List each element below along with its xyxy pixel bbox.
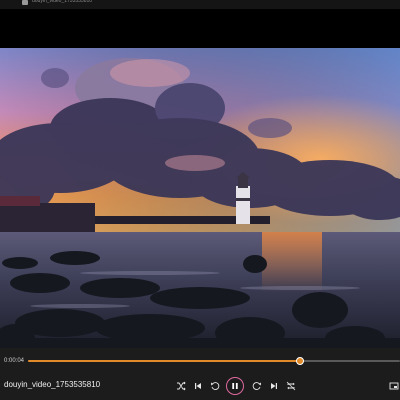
- window-title: douyin_video_1753535810: [32, 0, 93, 4]
- previous-button[interactable]: [191, 379, 205, 393]
- pause-button[interactable]: [226, 377, 244, 395]
- seek-progress: [28, 360, 300, 362]
- previous-track-icon: [195, 383, 201, 389]
- letterbox-top: [0, 9, 400, 48]
- shuffle-icon: [177, 381, 186, 391]
- repeat-button[interactable]: [284, 379, 298, 393]
- seek-bar[interactable]: [28, 357, 400, 365]
- repeat-icon: [286, 381, 296, 391]
- next-button[interactable]: [267, 379, 281, 393]
- rewind-button[interactable]: [208, 379, 222, 393]
- elapsed-time: 0:00:04: [4, 358, 25, 364]
- forward-30-icon: [252, 382, 261, 390]
- media-player-icon: [22, 0, 28, 5]
- forward-button[interactable]: [250, 379, 264, 393]
- video-frame[interactable]: [0, 48, 400, 348]
- miniplayer-button[interactable]: [387, 379, 400, 393]
- title-bar: douyin_video_1753535810: [0, 0, 400, 9]
- seek-thumb[interactable]: [295, 357, 304, 365]
- pause-icon: [232, 383, 238, 389]
- media-title: douyin_video_1753535810: [4, 380, 101, 389]
- next-track-icon: [271, 383, 277, 389]
- shuffle-button[interactable]: [174, 379, 188, 393]
- sunset-lighthouse-image: [0, 48, 400, 348]
- miniplayer-icon: [389, 382, 399, 390]
- rewind-10-icon: [211, 382, 220, 390]
